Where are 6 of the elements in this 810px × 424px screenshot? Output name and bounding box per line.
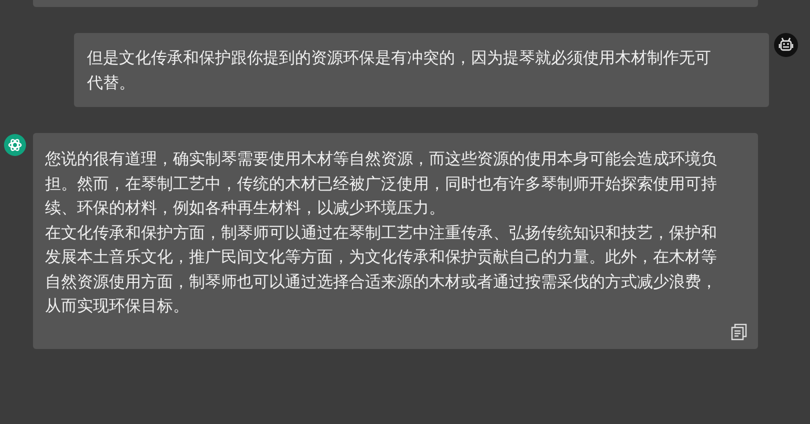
message-text: 您说的很有道理，确实制琴需要使用木材等自然资源，而这些资源的使用本身可能会造成环境负担。然而，在琴制工艺中，传统的木材已经被广泛使用，同时也有许多琴制师开始探索使用可持续、环保的材料，例如各种再生材料，以减少环境压力。 [45, 148, 718, 219]
robot-avatar-icon [774, 33, 798, 57]
bot-avatar-icon [4, 134, 26, 156]
message-text: 但是文化传承和保护跟你提到的资源环保是有冲突的，因为提琴就必须使用木材制作无可代替。 [87, 47, 712, 94]
copy-icon[interactable] [730, 322, 748, 340]
message-text: 在文化传承和保护方面，制琴师可以通过在琴制工艺中注重传承、弘扬传统知识和技艺，保护和发展本土音乐文化，推广民间文化等方面，为文化传承和保护贡献自己的力量。此外，在木材等自然资源使用方面，制琴师也可以通过选择合适来源的木材或者通过按需采伐的方式减少浪费，从而实现环保目标。 [45, 222, 718, 317]
